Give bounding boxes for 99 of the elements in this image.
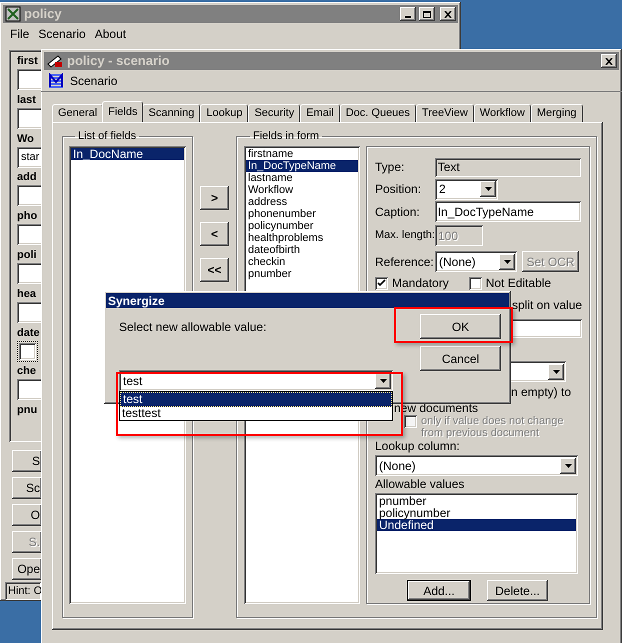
tab[interactable]: Security [248,104,300,122]
list-item[interactable]: lastname [246,172,358,184]
field-label: Wo [17,132,35,147]
tab[interactable]: Workflow [474,104,531,122]
down-caret-icon [504,260,510,264]
group-title: List of fields [77,130,138,142]
group-title: Fields in form [252,130,320,142]
window-title: policy [24,5,63,24]
dropdown-arrow-button[interactable] [480,181,496,197]
checkbox-label: Mandatory [392,276,449,290]
tab[interactable]: Fields [102,101,144,122]
field-label: che [17,364,37,380]
down-caret-icon [484,187,492,191]
field-label: Allowable values [375,478,466,491]
field-label: Type: [375,159,406,176]
option-label: n empty) to [511,386,572,399]
list-item[interactable]: phonenumber [246,208,358,220]
dialog-button[interactable]: Cancel [420,346,501,371]
checkbox-label: Not Editable [486,276,552,290]
maximize-icon [423,10,431,18]
side-button[interactable]: Ope [12,558,42,580]
field-label: pnu [17,403,38,418]
field-label: hea [17,286,37,302]
down-caret-icon [380,378,386,382]
dropdown-arrow-button[interactable] [560,458,576,474]
side-button[interactable]: Sc [12,477,42,499]
list-item[interactable]: Workflow [246,184,358,196]
field-label: Max. length: [375,228,435,244]
lookup-dropdown[interactable]: (None) [375,455,578,476]
list-item[interactable]: Undefined [377,519,576,531]
field-label: add [17,170,38,186]
date-checkbox[interactable] [17,340,38,362]
dropdown-arrow-button[interactable] [548,364,564,380]
tab[interactable]: Scanning [142,104,200,122]
list-button[interactable]: Add... [407,580,471,601]
field-label: date [17,326,41,341]
list-item[interactable]: In_DocName [71,148,184,160]
position-dropdown[interactable]: 2 [435,178,498,200]
down-caret-icon [552,370,560,374]
checkbox-label: only if value does not change from previous document [421,415,564,439]
field-label: pho [17,209,38,224]
tab[interactable]: Doc. Queues [340,104,416,122]
reference-dropdown[interactable]: (None) [435,251,517,272]
close-icon [444,10,452,18]
field-label: poli [17,248,38,263]
tab[interactable]: TreeView [416,104,474,122]
value-combobox[interactable]: test [119,370,393,391]
caption-field[interactable]: In_DocTypeName [434,201,581,222]
list-item[interactable]: address [246,196,358,208]
side-button[interactable]: S [12,450,42,472]
list-item[interactable]: policynumber [246,220,358,232]
tab[interactable]: General [52,104,104,122]
field-label: Lookup column: [375,440,461,453]
field-label: first [17,54,39,69]
toolbar-label: Scenario [70,72,118,90]
allowable-values-list[interactable]: pnumber policynumber Undefined [375,493,578,574]
menu-item[interactable]: Scenario [38,25,86,43]
window-title: Synergize [108,292,165,310]
maximize-button[interactable] [419,7,435,21]
move-button[interactable]: < [200,222,229,246]
list-item[interactable]: In_DocTypeName [246,160,358,172]
dialog-button[interactable]: OK [420,314,501,339]
list-item[interactable]: checkin [246,256,358,268]
tab[interactable]: Merging [530,104,583,122]
dropdown-option[interactable]: test [120,392,392,407]
dropdown-arrow-button[interactable] [499,254,515,270]
checkbox[interactable] [468,276,482,290]
move-button[interactable]: > [200,186,229,210]
list-item[interactable]: pnumber [246,268,358,280]
list-item[interactable]: firstname [246,148,358,160]
list-item[interactable]: healthproblems [246,232,358,244]
list-item[interactable]: policynumber [377,507,576,519]
checkmark-icon [377,279,386,287]
dropdown-option[interactable]: testtest [120,407,392,420]
side-button[interactable]: O [12,504,42,526]
checkbox[interactable] [375,276,388,290]
window-title: policy - scenario [67,52,171,70]
m-logo-icon [48,72,64,88]
type-field: Text [434,158,581,176]
field-label: Caption: [375,204,421,220]
prompt-text: Select new allowable value: [119,319,268,336]
minimize-button[interactable] [400,7,416,21]
close-button[interactable] [440,7,456,21]
list-item[interactable]: pnumber [377,495,576,507]
app-icon [5,6,21,22]
option-label: split on value [512,298,581,312]
menu-item[interactable]: File [10,25,30,43]
down-caret-icon [564,464,572,468]
tab[interactable]: Lookup [200,104,248,122]
field-label: Position: [375,181,422,198]
list-button[interactable]: Delete... [487,580,548,601]
menu-item[interactable]: About [94,25,126,43]
field-label: last [17,92,37,108]
move-button[interactable]: << [200,258,229,282]
app-icon [46,54,64,68]
list-item[interactable]: dateofbirth [246,244,358,256]
tab[interactable]: Email [300,104,340,122]
close-button[interactable] [601,54,617,68]
close-icon [605,58,613,64]
